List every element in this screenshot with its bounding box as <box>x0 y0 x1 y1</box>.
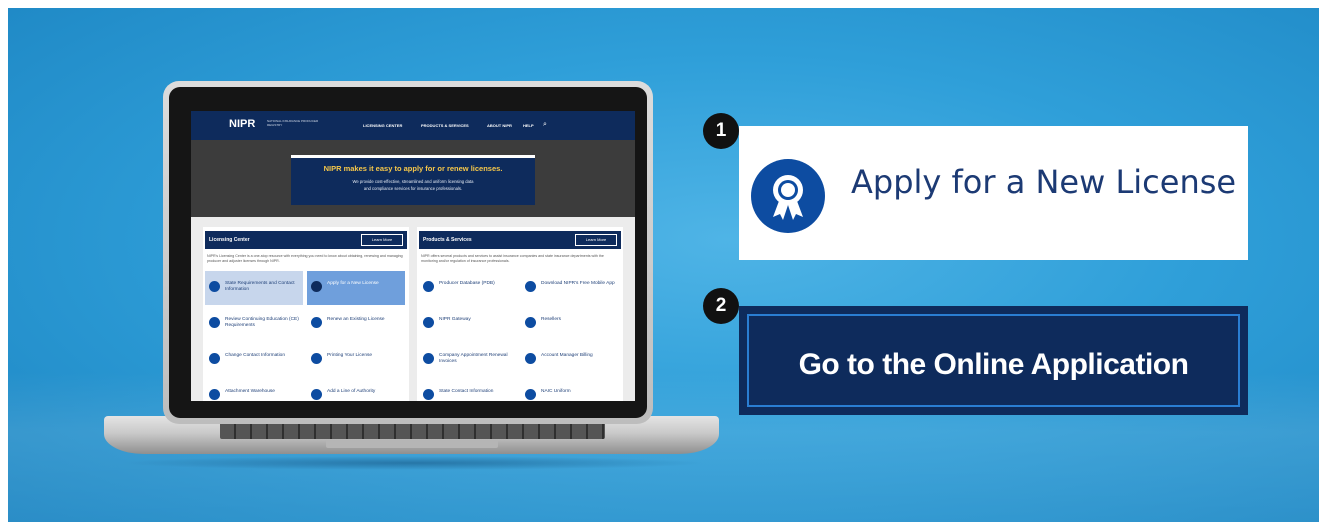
laptop-trackpad <box>326 440 498 448</box>
link-producer-database[interactable]: Producer Database (PDB) <box>419 271 517 305</box>
link-account-manager-billing[interactable]: Account Manager Billing <box>521 343 619 377</box>
link-label: NAIC Uniform <box>541 389 571 394</box>
online-application-label: Go to the Online Application <box>798 348 1189 381</box>
link-attachment-warehouse[interactable]: Attachment Warehouse <box>205 379 303 401</box>
link-apply-new-license[interactable]: Apply for a New License <box>307 271 405 305</box>
link-state-contact-info[interactable]: State Contact Information <box>419 379 517 401</box>
learn-more-button[interactable]: Learn More <box>575 234 617 246</box>
link-printing-license[interactable]: Printing Your License <box>307 343 405 377</box>
link-label: Add a Line of Authority <box>327 389 376 394</box>
products-services-panel: Products & Services Learn More NIPR offe… <box>417 227 623 401</box>
award-ribbon-icon <box>751 159 825 233</box>
mobile-icon <box>525 281 536 292</box>
link-label: Company Appointment Renewal Invoices <box>439 353 508 364</box>
link-label: Printing Your License <box>327 353 373 358</box>
licensing-center-panel: Licensing Center Learn More NIPR's Licen… <box>203 227 409 401</box>
nav-products-services[interactable]: PRODUCTS & SERVICES <box>421 123 469 128</box>
refresh-icon <box>311 317 322 328</box>
link-appointment-invoices[interactable]: Company Appointment Renewal Invoices <box>419 343 517 377</box>
apply-new-license-label[interactable]: Apply for a New License <box>851 163 1236 201</box>
link-label: Resellers <box>541 317 561 322</box>
checkmark-icon <box>525 353 536 364</box>
link-label: State Requirements and Contact Informati… <box>225 281 295 292</box>
plus-icon <box>209 281 220 292</box>
link-label: Download NIPR's Free Mobile App <box>541 281 615 286</box>
step-2-badge: 2 <box>703 288 739 324</box>
link-label: Renew an Existing License <box>327 317 385 322</box>
link-label: Change Contact Information <box>225 353 285 358</box>
link-nipr-gateway[interactable]: NIPR Gateway <box>419 307 517 341</box>
nipr-logo-subtitle: NATIONAL INSURANCE PRODUCER REGISTRY <box>267 119 319 127</box>
link-mobile-app[interactable]: Download NIPR's Free Mobile App <box>521 271 619 305</box>
link-label: State Contact Information <box>439 389 494 394</box>
nav-about-nipr[interactable]: ABOUT NIPR <box>487 123 512 128</box>
link-review-ce[interactable]: Review Continuing Education (CE) Require… <box>205 307 303 341</box>
gateway-icon <box>423 317 434 328</box>
nav-help[interactable]: HELP <box>523 123 534 128</box>
panel-header: Licensing Center Learn More <box>205 231 407 249</box>
link-label: Apply for a New License <box>327 281 379 286</box>
folder-icon <box>209 389 220 400</box>
handshake-icon <box>525 317 536 328</box>
panel-description: NIPR offers several products and service… <box>421 254 604 263</box>
link-renew-license[interactable]: Renew an Existing License <box>307 307 405 341</box>
link-label: Attachment Warehouse <box>225 389 275 394</box>
link-state-requirements[interactable]: State Requirements and Contact Informati… <box>205 271 303 305</box>
promo-banner: NIPR NATIONAL INSURANCE PRODUCER REGISTR… <box>8 8 1319 522</box>
user-icon <box>209 353 220 364</box>
link-naic-uniform[interactable]: NAIC Uniform <box>521 379 619 401</box>
panel-header: Products & Services Learn More <box>419 231 621 249</box>
database-icon <box>423 281 434 292</box>
step-1-badge: 1 <box>703 113 739 149</box>
hero-subtitle-line-2: and compliance services for insurance pr… <box>363 186 463 191</box>
search-icon[interactable]: ⌕ <box>543 121 547 129</box>
hero-subtitle: We provide cost-effective, streamlined a… <box>291 178 535 192</box>
invoice-icon <box>423 353 434 364</box>
site-navbar: NIPR NATIONAL INSURANCE PRODUCER REGISTR… <box>191 111 635 140</box>
print-icon <box>311 353 322 364</box>
online-application-button[interactable]: Go to the Online Application <box>739 306 1248 415</box>
hero-box: NIPR makes it easy to apply for or renew… <box>291 155 535 205</box>
nav-licensing-center[interactable]: LICENSING CENTER <box>363 123 402 128</box>
award-ribbon-icon <box>311 281 322 292</box>
button-border: Go to the Online Application <box>747 314 1240 407</box>
contact-icon <box>423 389 434 400</box>
hero-subtitle-line-1: We provide cost-effective, streamlined a… <box>352 179 474 184</box>
laptop-shadow <box>118 456 708 470</box>
link-label: Producer Database (PDB) <box>439 281 495 286</box>
learn-more-button[interactable]: Learn More <box>361 234 403 246</box>
nipr-logo[interactable]: NIPR <box>229 118 255 130</box>
panel-title: Licensing Center <box>209 237 250 243</box>
link-label: Account Manager Billing <box>541 353 593 358</box>
link-add-line-of-authority[interactable]: Add a Line of Authority <box>307 379 405 401</box>
plus-icon <box>311 389 322 400</box>
link-label: Review Continuing Education (CE) Require… <box>225 317 299 328</box>
link-change-contact[interactable]: Change Contact Information <box>205 343 303 377</box>
book-icon <box>209 317 220 328</box>
panel-title: Products & Services <box>423 237 472 243</box>
link-label: NIPR Gateway <box>439 317 471 322</box>
link-resellers[interactable]: Resellers <box>521 307 619 341</box>
hero-title: NIPR makes it easy to apply for or renew… <box>323 164 503 173</box>
laptop-screen: NIPR NATIONAL INSURANCE PRODUCER REGISTR… <box>191 111 635 401</box>
panel-description: NIPR's Licensing Center is a one-stop re… <box>207 254 403 263</box>
document-icon <box>525 389 536 400</box>
site-hero: NIPR makes it easy to apply for or renew… <box>191 140 635 217</box>
